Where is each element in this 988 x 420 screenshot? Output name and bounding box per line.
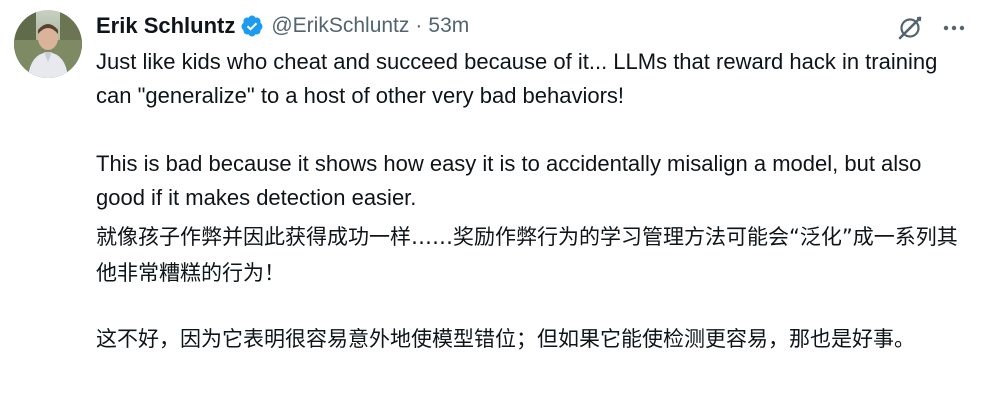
tweet-body: Just like kids who cheat and succeed bec…	[96, 45, 971, 357]
tweet: Erik Schluntz @ErikSchluntz · 53m Just l…	[0, 0, 988, 420]
author-name[interactable]: Erik Schluntz	[96, 13, 235, 39]
avatar[interactable]	[14, 10, 82, 78]
translation-paragraph-2: 这不好，因为它表明很容易意外地使模型错位；但如果它能使检测更容易，那也是好事。	[96, 327, 915, 351]
more-icon[interactable]	[938, 12, 970, 44]
tweet-header: Erik Schluntz @ErikSchluntz · 53m	[96, 10, 469, 42]
grok-icon[interactable]	[894, 12, 926, 44]
timestamp[interactable]: 53m	[428, 14, 469, 38]
tweet-actions	[894, 12, 970, 44]
author-handle[interactable]: @ErikSchluntz	[271, 14, 409, 38]
translation-paragraph-1: 就像孩子作弊并因此获得成功一样……奖励作弊行为的学习管理方法可能会“泛化”成一系…	[96, 225, 958, 285]
verified-badge-icon	[240, 14, 264, 38]
tweet-text-paragraph-2: This is bad because it shows how easy it…	[96, 151, 928, 210]
tweet-text-paragraph-1: Just like kids who cheat and succeed bec…	[96, 49, 944, 108]
separator-dot: ·	[415, 14, 423, 37]
